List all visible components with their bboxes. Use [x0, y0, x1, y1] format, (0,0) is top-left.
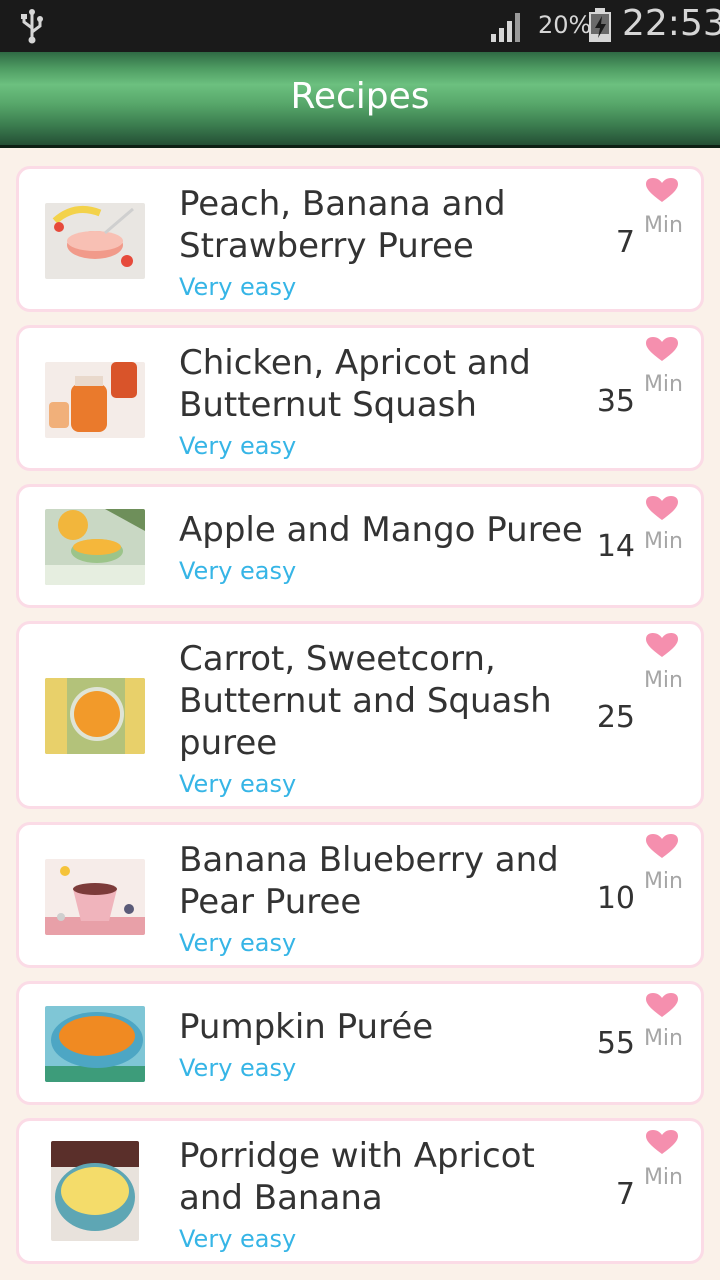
minutes-unit-label: Min: [643, 869, 683, 894]
recipe-thumbnail: [45, 203, 145, 279]
recipe-card[interactable]: Porridge with Apricot and Banana Very ea…: [16, 1118, 704, 1264]
heart-icon[interactable]: [645, 833, 679, 859]
minutes-unit-label: Min: [643, 529, 683, 554]
clock: 22:53: [622, 3, 720, 44]
recipe-thumbnail: [45, 678, 145, 754]
usb-icon: [21, 9, 43, 44]
recipe-difficulty: Very easy: [179, 557, 297, 585]
recipe-card[interactable]: Chicken, Apricot and Butternut Squash Ve…: [16, 325, 704, 471]
page-title: Recipes: [290, 76, 430, 117]
recipe-title: Banana Blueberry and Pear Puree: [179, 840, 559, 922]
recipe-minutes: 35: [596, 384, 635, 419]
minutes-unit-label: Min: [643, 1165, 683, 1190]
recipe-card[interactable]: Apple and Mango Puree Very easy 14 Min: [16, 484, 704, 608]
heart-icon[interactable]: [645, 632, 679, 658]
minutes-unit-label: Min: [643, 668, 683, 693]
minutes-unit-label: Min: [643, 1026, 683, 1051]
recipe-title: Chicken, Apricot and Butternut Squash: [179, 343, 531, 425]
signal-icon: [491, 13, 520, 42]
recipe-thumbnail: [45, 509, 145, 585]
recipe-minutes: 10: [596, 881, 635, 916]
minutes-unit-label: Min: [643, 213, 683, 238]
status-bar: 20% 22:53: [0, 0, 720, 52]
recipe-difficulty: Very easy: [179, 1225, 297, 1253]
recipe-minutes: 25: [596, 700, 635, 735]
app-bar: Recipes: [0, 52, 720, 148]
recipe-thumbnail: [45, 362, 145, 438]
recipe-title: Carrot, Sweetcorn, Butternut and Squash …: [179, 639, 552, 763]
recipe-difficulty: Very easy: [179, 929, 297, 957]
recipe-thumbnail: [45, 1006, 145, 1082]
recipe-title: Porridge with Apricot and Banana: [179, 1136, 535, 1218]
recipe-difficulty: Very easy: [179, 432, 297, 460]
recipe-card[interactable]: Peach, Banana and Strawberry Puree Very …: [16, 166, 704, 312]
heart-icon[interactable]: [645, 177, 679, 203]
recipe-minutes: 7: [615, 225, 635, 260]
recipe-minutes: 7: [615, 1177, 635, 1212]
battery-charging-icon: [589, 8, 611, 42]
heart-icon[interactable]: [645, 992, 679, 1018]
heart-icon[interactable]: [645, 336, 679, 362]
recipe-difficulty: Very easy: [179, 273, 297, 301]
recipe-card[interactable]: Pumpkin Purée Very easy 55 Min: [16, 981, 704, 1105]
recipe-difficulty: Very easy: [179, 770, 297, 798]
recipe-card[interactable]: Banana Blueberry and Pear Puree Very eas…: [16, 822, 704, 968]
recipe-difficulty: Very easy: [179, 1054, 297, 1082]
recipe-card[interactable]: Carrot, Sweetcorn, Butternut and Squash …: [16, 621, 704, 809]
recipe-minutes: 14: [596, 529, 635, 564]
recipe-thumbnail: [45, 859, 145, 935]
recipe-minutes: 55: [596, 1026, 635, 1061]
heart-icon[interactable]: [645, 495, 679, 521]
battery-percent: 20%: [538, 11, 592, 39]
heart-icon[interactable]: [645, 1129, 679, 1155]
recipe-title: Peach, Banana and Strawberry Puree: [179, 184, 506, 266]
minutes-unit-label: Min: [643, 372, 683, 397]
recipe-title: Pumpkin Purée: [179, 1007, 434, 1047]
recipe-title: Apple and Mango Puree: [179, 510, 583, 550]
recipe-thumbnail: [51, 1141, 139, 1241]
